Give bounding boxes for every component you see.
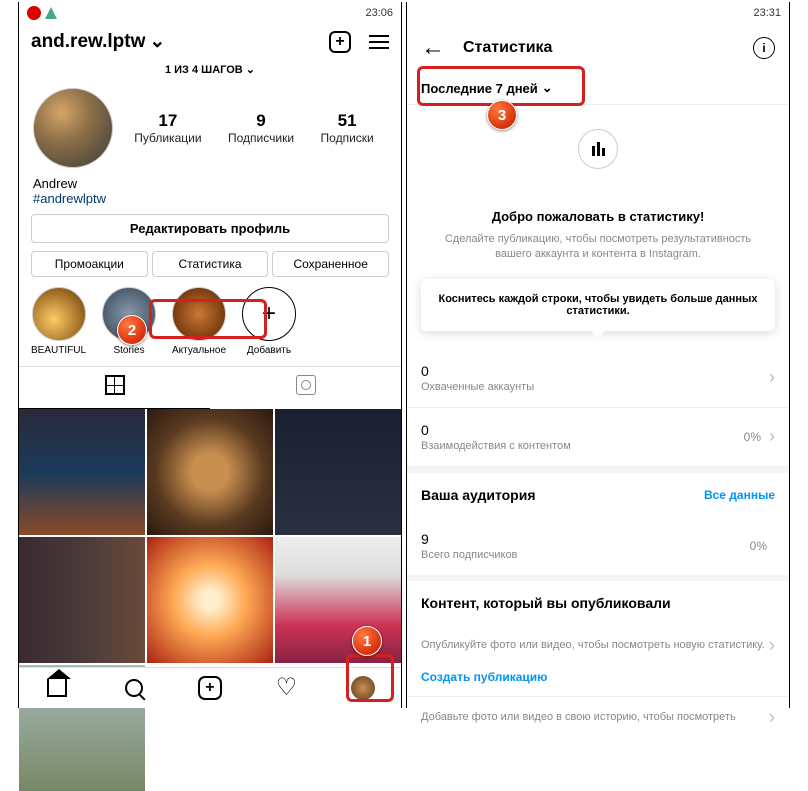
post-thumb[interactable] <box>19 537 145 663</box>
display-name: Andrew <box>33 176 387 191</box>
chevron-right-icon: › <box>769 426 775 447</box>
profile-header: and.rew.lptw⌄ + <box>19 24 401 59</box>
audience-section: Ваша аудитория Все данные <box>407 467 789 517</box>
callout-badge: 2 <box>117 315 147 345</box>
all-data-link[interactable]: Все данные <box>704 488 775 502</box>
insights-button[interactable]: Статистика <box>152 251 269 277</box>
activity-icon[interactable]: ♡ <box>274 676 298 700</box>
callout-badge: 1 <box>352 626 382 656</box>
interactions-row[interactable]: 0Взаимодействия с контентом 0%› <box>407 408 789 467</box>
chevron-down-icon: ⌄ <box>542 80 553 96</box>
profile-screen: 23:06 and.rew.lptw⌄ + 1 ИЗ 4 ШАГОВ ⌄ 17П… <box>18 2 402 708</box>
create-post-link[interactable]: Создать публикацию <box>407 666 789 688</box>
promotions-button[interactable]: Промоакции <box>31 251 148 277</box>
tagged-tab[interactable] <box>210 367 401 409</box>
play-icon <box>45 7 57 19</box>
onboarding-steps[interactable]: 1 ИЗ 4 ШАГОВ ⌄ <box>19 59 401 80</box>
username-dropdown[interactable]: and.rew.lptw⌄ <box>31 30 165 53</box>
menu-button[interactable] <box>369 35 389 49</box>
welcome-title: Добро пожаловать в статистику! <box>427 209 769 224</box>
post-thumb[interactable] <box>147 537 273 663</box>
callout-badge: 3 <box>487 100 517 130</box>
post-thumb[interactable] <box>275 409 401 535</box>
hashtag[interactable]: #andrewlptw <box>33 191 387 206</box>
add-highlight[interactable]: +Добавить <box>242 287 296 356</box>
chevron-down-icon: ⌄ <box>149 30 165 53</box>
post-thumb[interactable] <box>19 409 145 535</box>
profile-avatar[interactable] <box>33 88 113 168</box>
publish-hint-row[interactable]: Опубликуйте фото или видео, чтобы посмот… <box>407 625 789 666</box>
status-time: 23:31 <box>753 7 781 19</box>
create-button[interactable]: + <box>329 31 351 53</box>
profile-nav-icon[interactable] <box>351 676 375 700</box>
followers-row[interactable]: 9Всего подписчиков 0% <box>407 517 789 575</box>
chart-icon <box>578 129 618 169</box>
content-section: Контент, который вы опубликовали <box>407 575 789 625</box>
page-title: Статистика <box>463 39 735 57</box>
edit-profile-button[interactable]: Редактировать профиль <box>31 214 389 243</box>
status-bar: 23:31 <box>407 2 789 24</box>
insights-screen: 23:31 ← Статистика i Последние 7 дней⌄ Д… <box>406 2 790 708</box>
post-thumb[interactable] <box>275 537 401 663</box>
back-button[interactable]: ← <box>421 34 445 62</box>
following-stat[interactable]: 51Подписки <box>321 111 374 145</box>
chevron-right-icon: › <box>769 635 775 656</box>
tagged-icon <box>296 375 316 395</box>
hint-tooltip: Коснитесь каждой строки, чтобы увидеть б… <box>421 279 775 331</box>
chevron-right-icon: › <box>769 367 775 388</box>
posts-grid <box>19 409 401 791</box>
home-icon[interactable] <box>45 676 69 700</box>
grid-tab[interactable] <box>19 367 210 409</box>
bottom-nav: + ♡ <box>19 667 401 708</box>
grid-icon <box>105 375 125 395</box>
date-filter[interactable]: Последние 7 дней⌄ <box>407 72 789 105</box>
story-hint-row[interactable]: Добавьте фото или видео в свою историю, … <box>407 696 789 738</box>
opera-icon <box>27 6 41 20</box>
new-post-icon[interactable]: + <box>198 676 222 700</box>
status-time: 23:06 <box>365 7 393 19</box>
post-thumb[interactable] <box>147 409 273 535</box>
posts-stat[interactable]: 17Публикации <box>134 111 201 145</box>
followers-stat[interactable]: 9Подписчики <box>228 111 294 145</box>
welcome-subtitle: Сделайте публикацию, чтобы посмотреть ре… <box>427 232 769 263</box>
status-bar: 23:06 <box>19 2 401 24</box>
highlight-item[interactable]: Актуальное <box>172 287 226 356</box>
info-button[interactable]: i <box>753 37 775 59</box>
reach-row[interactable]: 0Охваченные аккаунты › <box>407 349 789 408</box>
highlight-item[interactable]: BEAUTIFUL <box>31 287 86 356</box>
saved-button[interactable]: Сохраненное <box>272 251 389 277</box>
search-icon[interactable] <box>122 676 146 700</box>
